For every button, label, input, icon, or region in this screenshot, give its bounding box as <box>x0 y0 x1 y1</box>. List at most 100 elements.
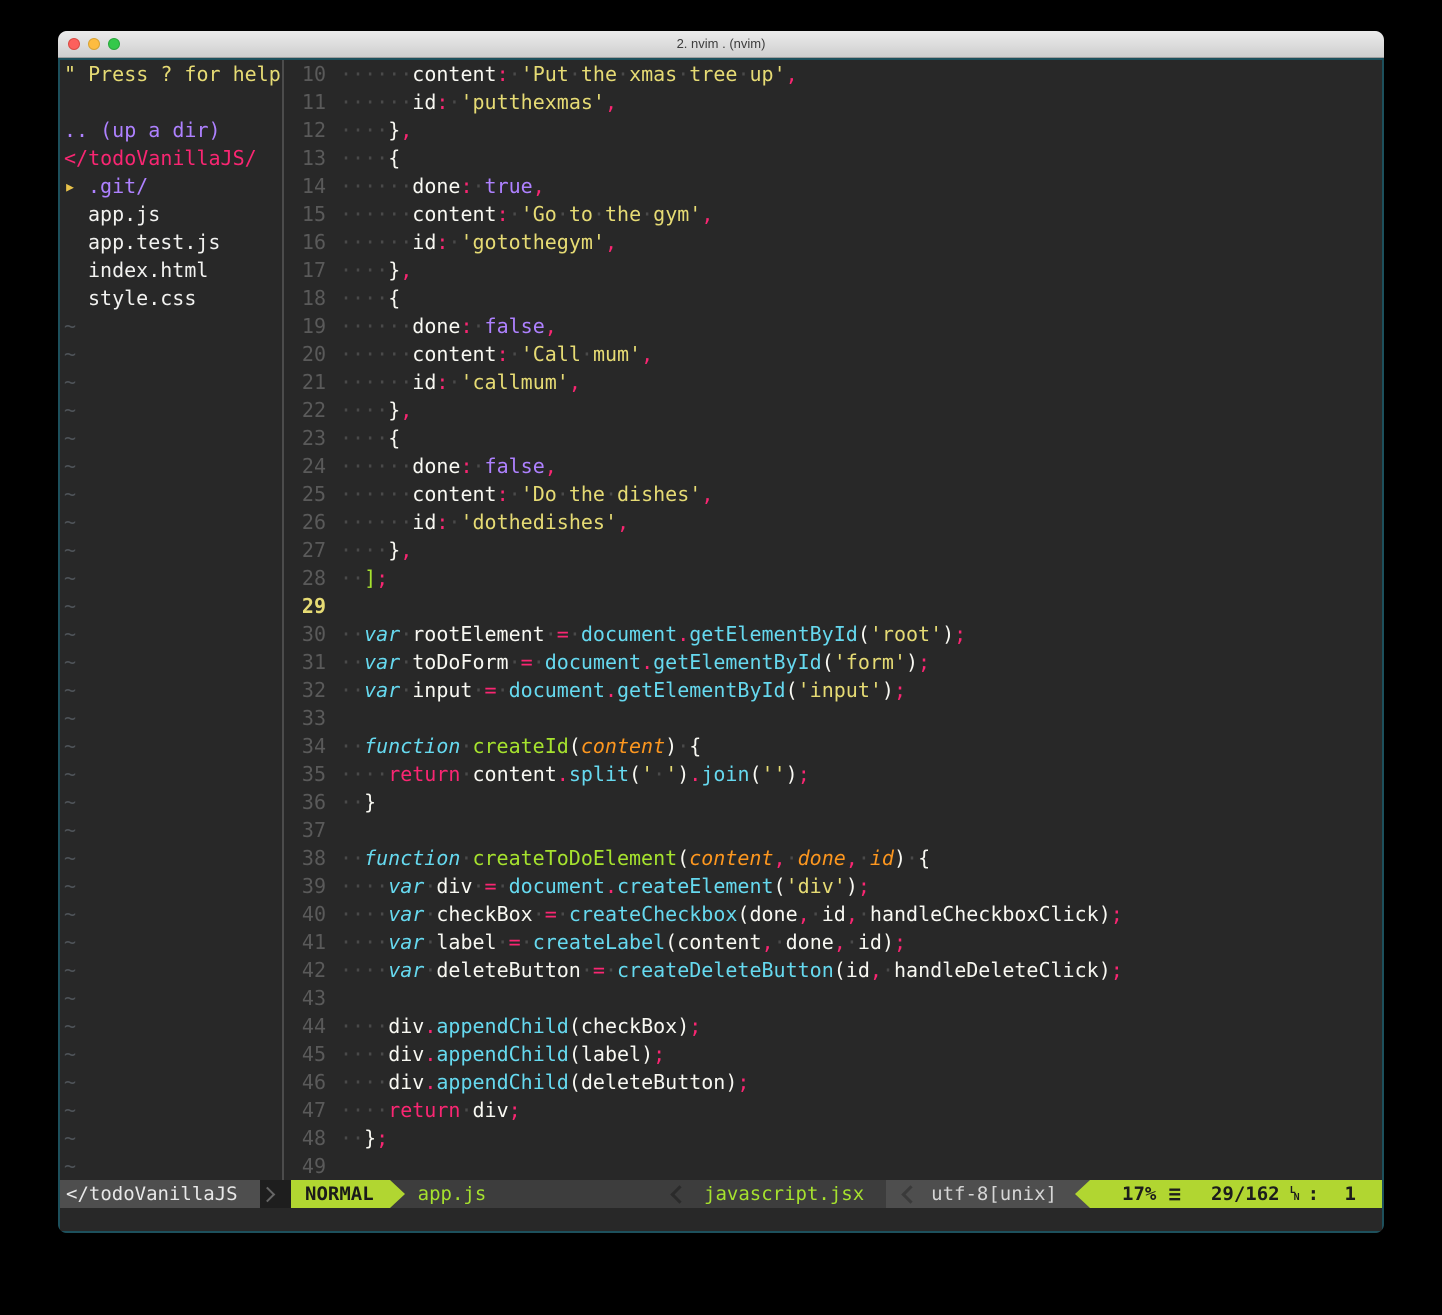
code-line[interactable]: 47····return·div; <box>290 1096 1382 1124</box>
line-number: 17 <box>290 256 326 284</box>
code-line[interactable]: 24······done:·false, <box>290 452 1382 480</box>
line-number: 44 <box>290 1012 326 1040</box>
code-line[interactable]: 36··} <box>290 788 1382 816</box>
nerdtree-help-hint: " Press ? for help <box>60 60 282 88</box>
line-number: 38 <box>290 844 326 872</box>
line-number: 41 <box>290 928 326 956</box>
code-line[interactable]: 18····{ <box>290 284 1382 312</box>
mode-indicator: NORMAL <box>291 1180 390 1208</box>
line-number: 42 <box>290 956 326 984</box>
tilde-row: ~ <box>60 1096 282 1124</box>
line-number: 49 <box>290 1152 326 1180</box>
code-line-text: ····}, <box>340 536 412 564</box>
code-line[interactable]: 49 <box>290 1152 1382 1180</box>
nerdtree-item-style.css[interactable]: style.css <box>60 284 282 312</box>
nerdtree-panel[interactable]: " Press ? for help .. (up a dir) </todoV… <box>60 60 282 1180</box>
nerdtree-item-.git[interactable]: ▸.git/ <box>60 172 282 200</box>
code-line[interactable]: 34··function·createId(content)·{ <box>290 732 1382 760</box>
code-line[interactable]: 10 ······content:·'Put·the·xmas·tree·up', <box>290 60 1382 88</box>
code-line[interactable]: 11······id:·'putthexmas', <box>290 88 1382 116</box>
powerline-chevron-left-icon <box>670 1185 688 1203</box>
code-line-text: ····div.appendChild(deleteButton); <box>340 1068 749 1096</box>
line-number: 14 <box>290 172 326 200</box>
tilde-row: ~ <box>60 368 282 396</box>
tilde-row: ~ <box>60 340 282 368</box>
code-line[interactable]: 30··var·rootElement·=·document.getElemen… <box>290 620 1382 648</box>
code-area: 10 ······content:·'Put·the·xmas·tree·up',… <box>290 60 1382 1180</box>
nerdtree-item-app.test.js[interactable]: app.test.js <box>60 228 282 256</box>
code-line[interactable]: 13····{ <box>290 144 1382 172</box>
tilde-row: ~ <box>60 704 282 732</box>
code-line[interactable]: 16 ······id:·'gotothegym', <box>290 228 1382 256</box>
code-line[interactable]: 19······done:·false, <box>290 312 1382 340</box>
code-line[interactable]: 39····var·div·=·document.createElement('… <box>290 872 1382 900</box>
code-line[interactable]: 46····div.appendChild(deleteButton); <box>290 1068 1382 1096</box>
code-line[interactable]: 28··]; <box>290 564 1382 592</box>
code-line-text: ····return·content.split('·').join(''); <box>340 760 810 788</box>
code-line[interactable]: 31··var·toDoForm·=·document.getElementBy… <box>290 648 1382 676</box>
nerdtree-item-app.js[interactable]: app.js <box>60 200 282 228</box>
code-line-text: ··}; <box>340 1124 388 1152</box>
code-line[interactable]: 27····}, <box>290 536 1382 564</box>
code-line[interactable]: 35····return·content.split('·').join('')… <box>290 760 1382 788</box>
code-line[interactable]: 15······content:·'Go·to·the·gym', <box>290 200 1382 228</box>
nerdtree-file-list: ▸.git/app.jsapp.test.jsindex.htmlstyle.c… <box>60 172 282 312</box>
code-line[interactable]: 26······id:·'dothedishes', <box>290 508 1382 536</box>
tilde-row: ~ <box>60 312 282 340</box>
code-line[interactable]: 17····}, <box>290 256 1382 284</box>
code-line[interactable]: 22····}, <box>290 396 1382 424</box>
code-line[interactable]: 20······content:·'Call·mum', <box>290 340 1382 368</box>
line-number: 36 <box>290 788 326 816</box>
statusline-position-segment: 17% ≡ 29/162 L N : 1 <box>1090 1180 1382 1208</box>
code-line[interactable]: 21······id:·'callmum', <box>290 368 1382 396</box>
code-line-text: ······id:·'gotothegym', <box>340 228 617 256</box>
window-titlebar[interactable]: 2. nvim . (nvim) <box>58 31 1384 58</box>
code-line[interactable]: 33 <box>290 704 1382 732</box>
code-line[interactable]: 37 <box>290 816 1382 844</box>
code-line[interactable]: 25······content:·'Do·the·dishes', <box>290 480 1382 508</box>
code-line[interactable]: 42 ····var·deleteButton·=·createDeleteBut… <box>290 956 1382 984</box>
tilde-row: ~ <box>60 732 282 760</box>
code-line[interactable]: 40····var·checkBox·=·createCheckbox(done… <box>290 900 1382 928</box>
code-line[interactable]: 12····}, <box>290 116 1382 144</box>
code-line[interactable]: 41····var·label·=·createLabel(content,·d… <box>290 928 1382 956</box>
code-line[interactable]: 23····{ <box>290 424 1382 452</box>
line-number: 10 <box>290 60 326 88</box>
code-line[interactable]: 48··}; <box>290 1124 1382 1152</box>
code-line-text: ··var·input·=·document.getElementById('i… <box>340 676 906 704</box>
code-line[interactable]: 45····div.appendChild(label); <box>290 1040 1382 1068</box>
window-title: 2. nvim . (nvim) <box>58 31 1384 57</box>
code-line[interactable]: 43 <box>290 984 1382 1012</box>
editor-buffer[interactable]: 10 ······content:·'Put·the·xmas·tree·up',… <box>286 60 1382 1180</box>
line-number: 16 <box>290 228 326 256</box>
command-line[interactable] <box>60 1208 1382 1231</box>
code-line-text: ····var·deleteButton·=·createDeleteButto… <box>340 956 1123 984</box>
line-number: 45 <box>290 1040 326 1068</box>
statusline-nerdtree-segment: </todoVanillaJS <box>60 1180 260 1208</box>
tilde-row: ~ <box>60 956 282 984</box>
nerdtree-root-path: </todoVanillaJS/ <box>60 144 282 172</box>
powerline-arrow-right-icon <box>390 1180 405 1208</box>
desktop: { "window": { "title": "2. nvim . (nvim)… <box>0 0 1442 1315</box>
code-line[interactable]: 44····div.appendChild(checkBox); <box>290 1012 1382 1040</box>
code-line-text: ······content:·'Put·the·xmas·tree·up', <box>340 60 798 88</box>
line-number: 22 <box>290 396 326 424</box>
tilde-row: ~ <box>60 592 282 620</box>
code-line[interactable]: 29 <box>290 592 1382 620</box>
code-line-text: ······id:·'callmum', <box>340 368 581 396</box>
code-line-text: ····{ <box>340 284 400 312</box>
nerdtree-item-index.html[interactable]: index.html <box>60 256 282 284</box>
line-number: 30 <box>290 620 326 648</box>
collapsed-dir-arrow-icon: ▸ <box>64 172 88 200</box>
nerdtree-item-label: app.test.js <box>88 230 220 254</box>
line-number: 28 <box>290 564 326 592</box>
code-line[interactable]: 38··function·createToDoElement(content,·… <box>290 844 1382 872</box>
code-line-text: ····{ <box>340 144 400 172</box>
tilde-row: ~ <box>60 984 282 1012</box>
code-line-text: ····return·div; <box>340 1096 521 1124</box>
tilde-row: ~ <box>60 648 282 676</box>
nerdtree-up-dir[interactable]: .. (up a dir) <box>60 116 282 144</box>
line-number: 37 <box>290 816 326 844</box>
code-line[interactable]: 14······done:·true, <box>290 172 1382 200</box>
code-line[interactable]: 32··var·input·=·document.getElementById(… <box>290 676 1382 704</box>
